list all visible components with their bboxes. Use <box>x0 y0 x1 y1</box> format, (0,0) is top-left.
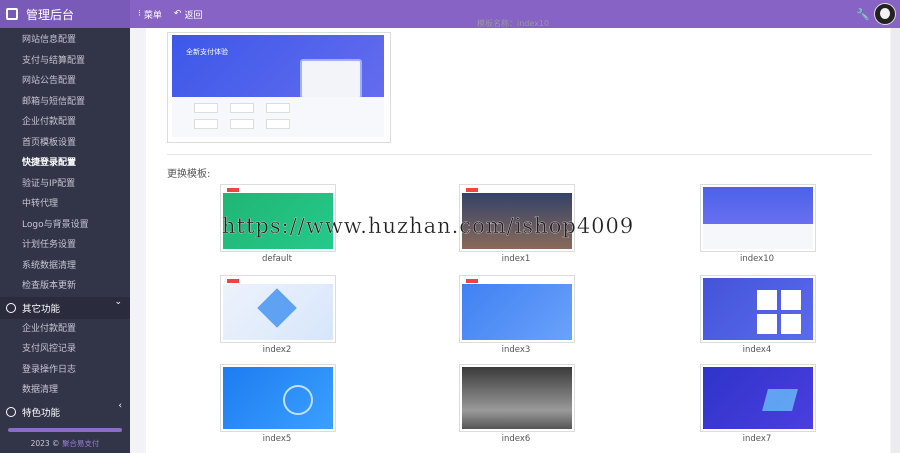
cogs-icon <box>6 302 16 313</box>
sidebar-group-special[interactable]: 特色功能 ‹ <box>0 400 130 423</box>
template-option-default[interactable]: default <box>220 184 336 264</box>
sidebar-item-announcement[interactable]: 网站公告配置 <box>0 71 130 92</box>
divider <box>167 154 872 155</box>
template-option-index6[interactable]: index6 <box>459 364 575 444</box>
sidebar-item-enterprise-pay-2[interactable]: 企业付款配置 <box>0 319 130 340</box>
sidebar-item-cron[interactable]: 计划任务设置 <box>0 235 130 256</box>
sidebar-progress-bar <box>8 428 122 432</box>
template-option-index3[interactable]: index3 <box>459 275 575 355</box>
sidebar-item-quick-login[interactable]: 快捷登录配置 <box>0 153 130 174</box>
back-arrow-icon: ↶ <box>173 9 182 19</box>
template-thumbnail <box>462 367 572 429</box>
sidebar-item-clean[interactable]: 数据清理 <box>0 380 130 401</box>
template-name: index10 <box>739 254 775 264</box>
template-option-index1[interactable]: index1 <box>459 184 575 264</box>
sidebar-group-other[interactable]: 其它功能 ⌄ <box>0 296 130 319</box>
chevron-down-icon: ⌄ <box>114 296 122 307</box>
sidebar-item-site-info[interactable]: 网站信息配置 <box>0 30 130 51</box>
template-name: default <box>262 254 292 264</box>
template-name: index2 <box>262 345 292 355</box>
sidebar-item-home-template[interactable]: 首页模板设置 <box>0 133 130 154</box>
template-name: index4 <box>742 345 772 355</box>
sidebar-item-enterprise-pay[interactable]: 企业付款配置 <box>0 112 130 133</box>
menu-toggle-button[interactable]: ⁝ 菜单 <box>138 8 162 21</box>
template-thumbnail <box>223 367 333 429</box>
sidebar-item-logo-bg[interactable]: Logo与背景设置 <box>0 215 130 236</box>
template-thumbnail <box>223 187 333 249</box>
sidebar-item-verify-ip[interactable]: 验证与IP配置 <box>0 174 130 195</box>
template-name: index5 <box>262 434 292 444</box>
current-template-label: 模板名称：index10 <box>477 19 550 28</box>
template-thumbnail <box>703 367 813 429</box>
sidebar-item-update[interactable]: 检查版本更新 <box>0 276 130 297</box>
pay-logo <box>266 119 290 129</box>
footer-year: 2023 © <box>30 439 60 448</box>
pay-logo <box>194 103 218 113</box>
wrench-icon[interactable]: 🔧 <box>856 8 870 21</box>
template-thumbnail <box>462 187 572 249</box>
template-name: index6 <box>501 434 531 444</box>
template-name: index1 <box>501 254 531 264</box>
sidebar-item-data-clean[interactable]: 系统数据清理 <box>0 256 130 277</box>
footer-link[interactable]: 聚合易支付 <box>62 439 100 448</box>
current-template-image: 全新支付体验 <box>172 35 384 137</box>
change-template-title: 更换模板: <box>167 169 211 180</box>
template-thumbnail <box>223 278 333 340</box>
pay-logo <box>194 119 218 129</box>
template-thumbnail <box>703 187 813 249</box>
template-option-index7[interactable]: index7 <box>700 364 816 444</box>
group-label: 特色功能 <box>22 407 61 419</box>
template-thumbnail <box>703 278 813 340</box>
template-settings-panel: 模板名称：index10 全新支付体验 更换模板: default index1… <box>146 19 890 453</box>
hero-title: 全新支付体验 <box>186 48 228 56</box>
sidebar-footer: 2023 © 聚合易支付 <box>0 438 130 449</box>
template-option-index5[interactable]: index5 <box>220 364 336 444</box>
sidebar-item-proxy[interactable]: 中转代理 <box>0 194 130 215</box>
template-name: index3 <box>501 345 531 355</box>
template-thumbnail <box>462 278 572 340</box>
sidebar-item-pay-settle[interactable]: 支付与结算配置 <box>0 51 130 72</box>
sidebar-item-login-log[interactable]: 登录操作日志 <box>0 360 130 381</box>
sidebar: 管理后台 网站信息配置 支付与结算配置 网站公告配置 邮箱与短信配置 企业付款配… <box>0 0 130 453</box>
template-option-index4[interactable]: index4 <box>700 275 816 355</box>
page-scrollbar[interactable] <box>891 28 900 453</box>
laptop-illustration <box>300 59 362 99</box>
pay-logo <box>230 103 254 113</box>
pay-logo <box>266 103 290 113</box>
menu-icon: ⁝ <box>138 9 141 19</box>
template-name: index7 <box>742 434 772 444</box>
brand-header[interactable]: 管理后台 <box>0 0 130 28</box>
pay-logo <box>230 119 254 129</box>
current-template-preview: 全新支付体验 <box>167 32 391 143</box>
brand-title: 管理后台 <box>26 7 75 22</box>
back-button[interactable]: ↶ 返回 <box>174 8 203 21</box>
sidebar-item-mail-sms[interactable]: 邮箱与短信配置 <box>0 92 130 113</box>
back-label: 返回 <box>184 10 203 21</box>
chevron-left-icon: ‹ <box>118 400 122 411</box>
qq-avatar-icon[interactable] <box>874 3 896 25</box>
template-option-index2[interactable]: index2 <box>220 275 336 355</box>
group-label: 其它功能 <box>22 303 61 315</box>
menu-label: 菜单 <box>143 10 162 21</box>
template-option-index10[interactable]: index10 <box>700 184 816 264</box>
cube-icon <box>6 8 18 20</box>
sidebar-item-risk-log[interactable]: 支付风控记录 <box>0 339 130 360</box>
cogs-icon <box>6 406 16 417</box>
